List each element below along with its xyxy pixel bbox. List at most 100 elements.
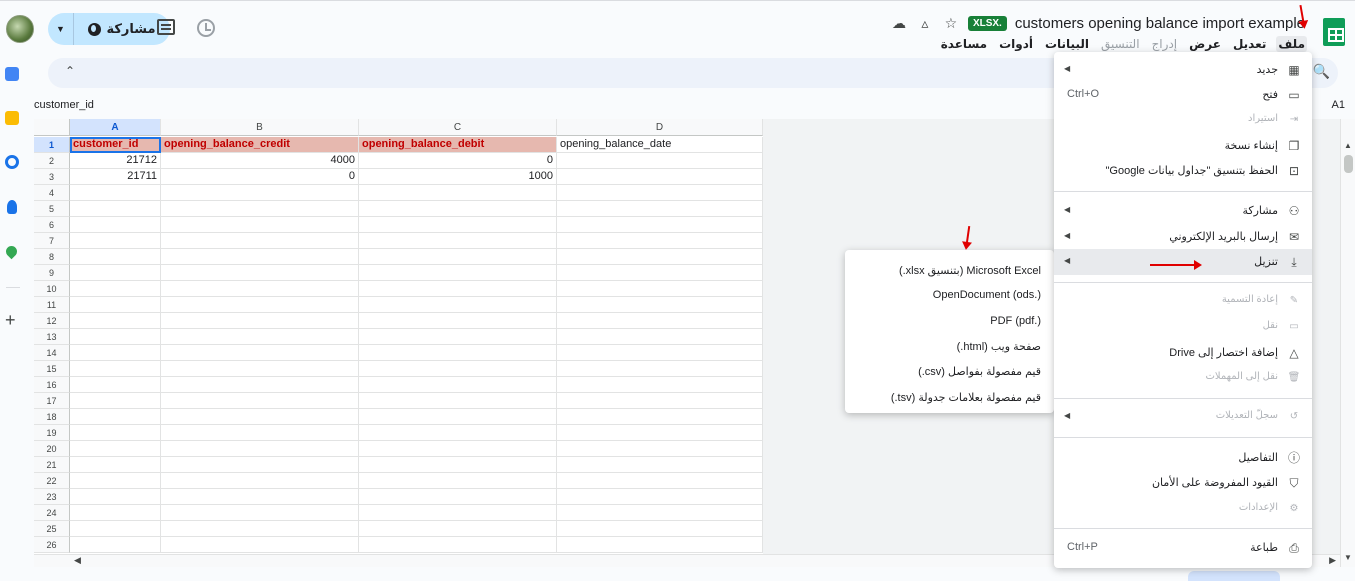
scroll-up-icon[interactable]: ▲ [1344,141,1352,150]
data-cell[interactable]: 0 [161,169,359,185]
empty-cell[interactable] [161,473,359,489]
empty-cell[interactable] [161,505,359,521]
row-header[interactable]: 22 [34,473,70,489]
empty-cell[interactable] [161,489,359,505]
row-header[interactable]: 24 [34,505,70,521]
row-header[interactable]: 3 [34,169,70,185]
search-icon[interactable]: 🔍 [1313,63,1330,80]
row-header[interactable]: 4 [34,185,70,201]
empty-cell[interactable] [557,313,763,329]
empty-cell[interactable] [161,201,359,217]
empty-cell[interactable] [359,441,557,457]
row-header[interactable]: 2 [34,153,70,169]
row-header[interactable]: 25 [34,521,70,537]
star-icon[interactable]: ☆ [942,15,960,32]
add-addon-icon[interactable]: + [5,311,16,329]
empty-cell[interactable] [70,329,161,345]
empty-cell[interactable] [70,441,161,457]
empty-cell[interactable] [161,265,359,281]
empty-cell[interactable] [161,393,359,409]
menu-item-print[interactable]: Ctrl+P طباعة ⎙ [1054,535,1312,561]
empty-cell[interactable] [70,233,161,249]
menu-item-open[interactable]: Ctrl+O فتح ▭ [1054,82,1312,108]
menu-item-import[interactable]: استيراد ⇥ [1054,107,1312,133]
menu-item-make-copy[interactable]: إنشاء نسخة ❐ [1054,133,1312,159]
row-header[interactable]: 6 [34,217,70,233]
menu-file[interactable]: ملف [1276,36,1307,52]
maps-icon[interactable] [3,243,20,260]
name-box[interactable]: A1 [1332,99,1345,111]
empty-cell[interactable] [359,521,557,537]
row-header[interactable]: 1 [34,137,70,153]
row-header[interactable]: 5 [34,201,70,217]
empty-cell[interactable] [161,425,359,441]
empty-cell[interactable] [70,489,161,505]
empty-cell[interactable] [557,265,763,281]
row-header[interactable]: 10 [34,281,70,297]
column-header-a[interactable]: A [70,119,161,136]
menu-item-save-as-sheets[interactable]: الحفظ بتنسيق "جداول بيانات Google" ⊡ [1054,158,1312,184]
empty-cell[interactable] [161,521,359,537]
row-header[interactable]: 23 [34,489,70,505]
download-pdf[interactable]: PDF (pdf.) [845,308,1054,333]
empty-cell[interactable] [70,345,161,361]
empty-cell[interactable] [161,329,359,345]
scroll-down-icon[interactable]: ▼ [1344,553,1352,562]
empty-cell[interactable] [359,361,557,377]
menu-item-move[interactable]: نقل ▭ [1054,314,1312,340]
empty-cell[interactable] [557,217,763,233]
empty-cell[interactable] [557,489,763,505]
row-header[interactable]: 7 [34,233,70,249]
empty-cell[interactable] [359,537,557,553]
row-header[interactable]: 8 [34,249,70,265]
empty-cell[interactable] [161,537,359,553]
scroll-left-icon[interactable]: ◀ [74,555,81,566]
row-header[interactable]: 9 [34,265,70,281]
empty-cell[interactable] [359,457,557,473]
empty-cell[interactable] [70,537,161,553]
empty-cell[interactable] [557,425,763,441]
empty-cell[interactable] [161,457,359,473]
empty-cell[interactable] [359,217,557,233]
empty-cell[interactable] [70,521,161,537]
menu-item-add-shortcut[interactable]: إضافة اختصار إلى Drive △ [1054,340,1312,366]
menu-help[interactable]: مساعدة [939,36,989,52]
cloud-status-icon[interactable]: ☁ [890,15,908,32]
data-cell[interactable]: 21711 [70,169,161,185]
download-ods[interactable]: OpenDocument (ods.) [845,282,1054,307]
menu-tools[interactable]: أدوات [997,36,1035,52]
empty-cell[interactable] [359,185,557,201]
empty-cell[interactable] [359,425,557,441]
empty-cell[interactable] [161,185,359,201]
menu-item-download[interactable]: ◀ تنزيل ⤓ [1054,249,1312,275]
column-header-d[interactable]: D [557,119,763,136]
empty-cell[interactable] [359,393,557,409]
row-header[interactable]: 14 [34,345,70,361]
empty-cell[interactable] [70,281,161,297]
empty-cell[interactable] [161,377,359,393]
empty-cell[interactable] [70,457,161,473]
empty-cell[interactable] [557,249,763,265]
empty-cell[interactable] [359,233,557,249]
empty-cell[interactable] [359,265,557,281]
empty-cell[interactable] [557,537,763,553]
header-cell[interactable]: opening_balance_debit [359,137,557,153]
empty-cell[interactable] [70,361,161,377]
empty-cell[interactable] [161,281,359,297]
menu-item-rename[interactable]: إعادة التسمية ✎ [1054,288,1312,314]
empty-cell[interactable] [359,505,557,521]
empty-cell[interactable] [161,441,359,457]
sheets-logo-icon[interactable] [1323,18,1345,46]
menu-format[interactable]: التنسيق [1099,36,1142,52]
row-header[interactable]: 12 [34,313,70,329]
menu-item-details[interactable]: التفاصيل ⓘ [1054,445,1312,471]
empty-cell[interactable] [359,489,557,505]
empty-cell[interactable] [557,393,763,409]
select-all-corner[interactable] [34,119,70,136]
collapse-toolbar-icon[interactable]: ⌃ [65,64,75,78]
header-cell[interactable]: opening_balance_date [557,137,763,153]
menu-item-trash[interactable]: نقل إلى المهملات 🗑 [1054,365,1312,391]
download-xlsx[interactable]: Microsoft Excel (بتنسيق xlsx.) [845,257,1054,282]
data-cell[interactable]: 4000 [161,153,359,169]
download-tsv[interactable]: قيم مفصولة بعلامات جدولة (tsv.) [845,384,1054,409]
